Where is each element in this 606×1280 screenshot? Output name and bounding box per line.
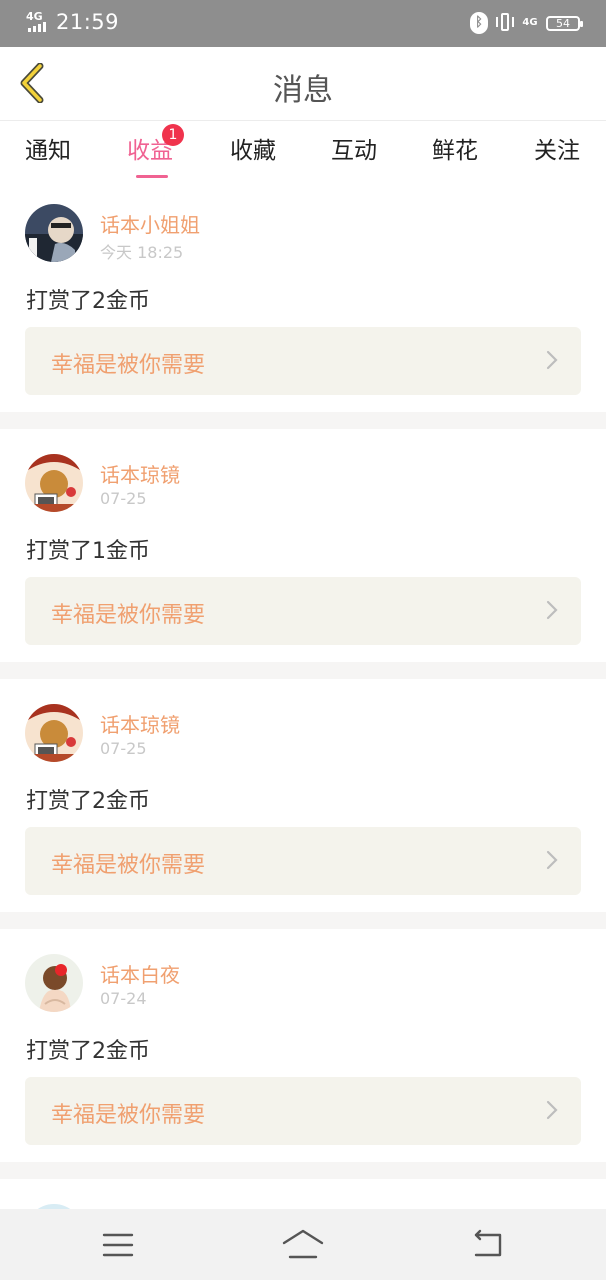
- work-title: 幸福是被你需要: [51, 603, 206, 628]
- network-type-label: 4G: [26, 10, 43, 23]
- status-right: ᛒ 4G 54: [470, 12, 583, 34]
- work-link[interactable]: 幸福是被你需要: [25, 827, 581, 895]
- tab-label: 通知: [25, 138, 71, 164]
- network-type-icon: 4G: [522, 17, 538, 28]
- home-icon: [282, 1229, 324, 1259]
- list-item: 话本白夜 07-24 打赏了2金币 幸福是被你需要: [0, 929, 606, 1162]
- chevron-right-icon: [546, 350, 558, 370]
- work-link[interactable]: 幸福是被你需要: [25, 1077, 581, 1145]
- sender-name: 话本小姐姐: [100, 213, 200, 237]
- avatar[interactable]: [25, 454, 83, 512]
- message-time: 07-25: [100, 489, 147, 508]
- work-link[interactable]: 幸福是被你需要: [25, 327, 581, 395]
- status-left: 4G 21:59: [26, 10, 119, 34]
- tab-notice[interactable]: 通知: [8, 131, 88, 165]
- work-title: 幸福是被你需要: [51, 853, 206, 878]
- message-text: 打赏了2金币: [26, 1039, 150, 1064]
- tab-interaction[interactable]: 互动: [314, 131, 394, 165]
- sender-name: 话本白夜: [100, 963, 180, 987]
- chevron-right-icon: [546, 850, 558, 870]
- page-title: 消息: [273, 73, 333, 108]
- message-time: 07-25: [100, 739, 147, 758]
- signal-icon: 4G: [26, 10, 50, 34]
- tab-favorites[interactable]: 收藏: [213, 131, 293, 165]
- chevron-right-icon: [546, 1100, 558, 1120]
- back-icon: [474, 1229, 502, 1257]
- unread-badge: 1: [162, 124, 184, 146]
- back-nav-button[interactable]: [466, 1223, 510, 1267]
- list-item: 话本琼镜 07-25 打赏了1金币 幸福是被你需要: [0, 429, 606, 662]
- avatar[interactable]: [25, 204, 83, 262]
- message-time: 07-24: [100, 989, 147, 1008]
- message-text: 打赏了1金币: [26, 539, 150, 564]
- message-text: 打赏了2金币: [26, 789, 150, 814]
- message-time: 今天 18:25: [100, 243, 184, 262]
- message-text: 打赏了2金币: [26, 289, 150, 314]
- bluetooth-icon: ᛒ: [470, 12, 488, 34]
- tab-bar: 通知 收益 1 收藏 互动 鲜花 关注: [0, 121, 606, 179]
- tab-earnings[interactable]: 收益 1: [110, 124, 190, 178]
- sender-name: 话本琼镜: [100, 713, 180, 737]
- tab-label: 关注: [534, 138, 580, 164]
- chevron-right-icon: [546, 600, 558, 620]
- home-button[interactable]: [281, 1223, 325, 1267]
- list-item: 话本琼镜 07-25 打赏了2金币 幸福是被你需要: [0, 679, 606, 912]
- battery-level: 54: [556, 16, 570, 30]
- tab-following[interactable]: 关注: [517, 131, 597, 165]
- status-bar: 4G 21:59 ᛒ 4G 54: [0, 0, 606, 47]
- tab-label: 鲜花: [432, 138, 478, 164]
- work-link[interactable]: 幸福是被你需要: [25, 577, 581, 645]
- tab-label: 收藏: [230, 138, 276, 164]
- work-title: 幸福是被你需要: [51, 1103, 206, 1128]
- work-title: 幸福是被你需要: [51, 353, 206, 378]
- system-nav-bar: [0, 1209, 606, 1280]
- battery-icon: 54: [546, 15, 583, 31]
- message-list: 话本小姐姐 今天 18:25 打赏了2金币 幸福是被你需要 话本琼镜 07-25…: [0, 179, 606, 1262]
- tab-label: 互动: [331, 138, 377, 164]
- avatar[interactable]: [25, 704, 83, 762]
- sender-name: 话本琼镜: [100, 463, 180, 487]
- tab-flowers[interactable]: 鲜花: [415, 131, 495, 165]
- menu-icon: [102, 1233, 134, 1257]
- active-tab-indicator: [136, 175, 168, 178]
- vibrate-icon: [496, 12, 514, 34]
- list-item: 话本小姐姐 今天 18:25 打赏了2金币 幸福是被你需要: [0, 179, 606, 412]
- clock: 21:59: [56, 10, 120, 34]
- avatar[interactable]: [25, 954, 83, 1012]
- menu-button[interactable]: [96, 1223, 140, 1267]
- title-bar: 消息: [0, 47, 606, 121]
